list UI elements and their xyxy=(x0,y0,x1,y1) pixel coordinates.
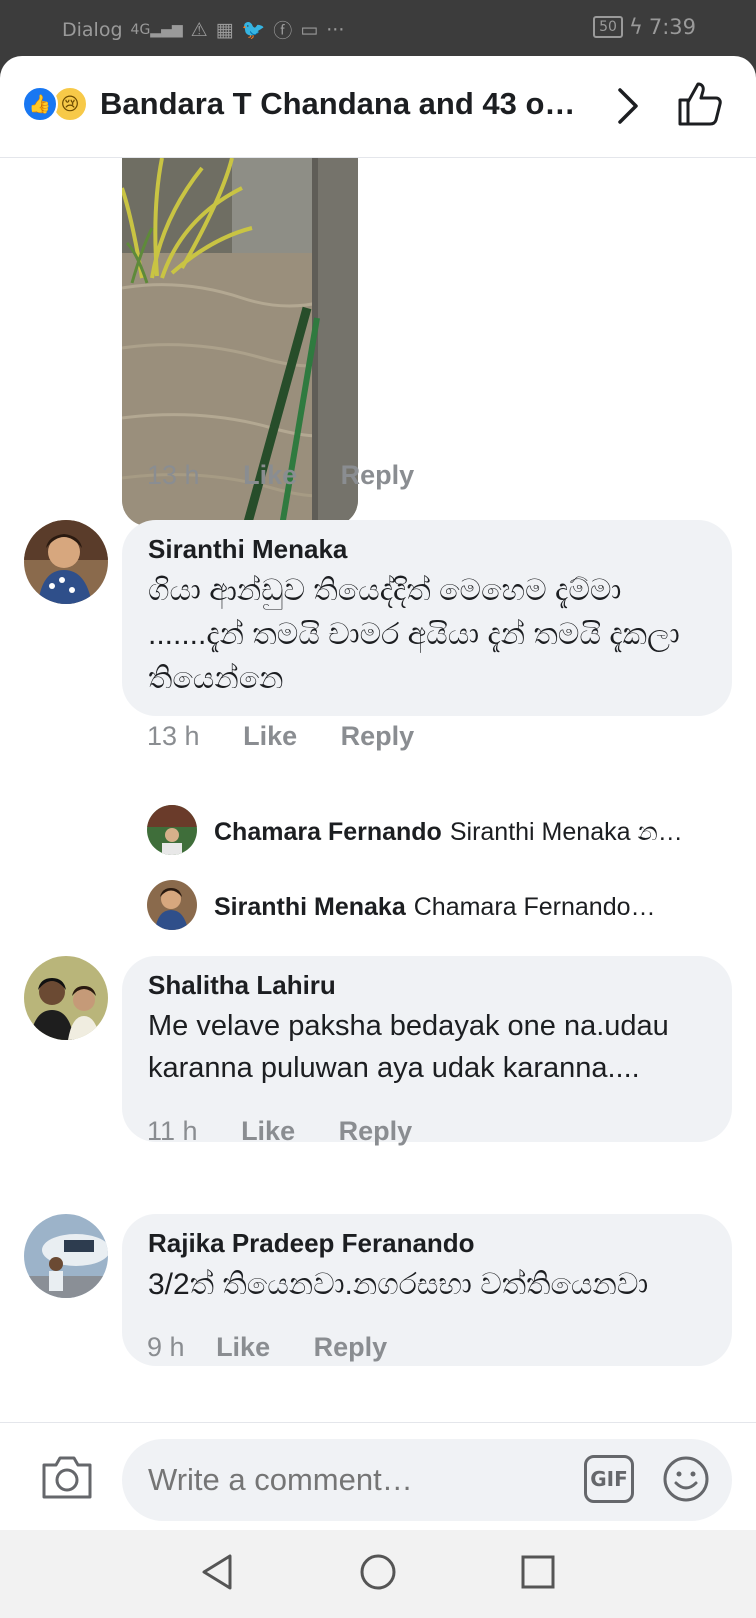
comment-composer: GIF xyxy=(0,1422,756,1530)
comments-sheet: 👍 😢 Bandara T Chandana and 43 o… 13 h Li… xyxy=(0,56,756,1618)
reply-text: Siranthi Menaka න… xyxy=(449,818,683,846)
avatar[interactable] xyxy=(24,520,108,604)
like-link[interactable]: Like xyxy=(243,460,297,490)
back-icon[interactable] xyxy=(196,1550,240,1594)
chevron-right-icon[interactable] xyxy=(612,86,644,126)
status-bar-right: 50 ϟ 7:39 xyxy=(593,15,696,39)
facebook-icon: ⓕ xyxy=(273,20,293,42)
avatar[interactable] xyxy=(147,805,197,855)
carrier-label: Dialog xyxy=(62,18,123,41)
like-reaction-icon: 👍 xyxy=(22,86,58,122)
reply-preview[interactable]: Chamara Fernando Siranthi Menaka න… xyxy=(214,818,683,847)
comment-author[interactable]: Shalitha Lahiru xyxy=(148,970,706,1001)
reactors-title[interactable]: Bandara T Chandana and 43 o… xyxy=(100,86,580,122)
status-bar: Dialog 4G▂▄▆ ⚠ ▦ 🐦 ⓕ ▭ ··· 50 ϟ 7:39 xyxy=(0,0,756,56)
reply-author[interactable]: Chamara Fernando xyxy=(214,818,442,846)
comment-meta: 9 h Like Reply xyxy=(147,1332,423,1363)
gif-button[interactable]: GIF xyxy=(584,1455,634,1503)
like-post-icon[interactable] xyxy=(676,80,724,128)
recents-icon[interactable] xyxy=(516,1550,560,1594)
comment-author[interactable]: Siranthi Menaka xyxy=(148,534,706,565)
comment-time: 9 h xyxy=(147,1332,185,1362)
comment-input[interactable] xyxy=(122,1439,732,1521)
emoji-icon[interactable] xyxy=(662,1455,710,1503)
gif-label: GIF xyxy=(590,1467,628,1491)
calendar-icon: ▦ xyxy=(215,18,234,41)
system-navigation-bar xyxy=(0,1530,756,1618)
reply-author[interactable]: Siranthi Menaka xyxy=(214,893,406,921)
browser-icon: ▭ xyxy=(300,18,319,41)
clock: 7:39 xyxy=(648,15,696,39)
reply-link[interactable]: Reply xyxy=(341,721,415,751)
reaction-icons[interactable]: 👍 😢 xyxy=(22,86,94,122)
comment-time: 13 h xyxy=(147,721,200,751)
like-link[interactable]: Like xyxy=(241,1116,295,1146)
battery-icon: 50 xyxy=(593,16,623,38)
comment-meta: 13 h Like Reply xyxy=(147,460,450,491)
comment-meta: 13 h Like Reply xyxy=(147,721,450,752)
comment-meta: 11 h Like Reply xyxy=(147,1116,448,1147)
avatar[interactable] xyxy=(147,880,197,930)
reply-preview[interactable]: Siranthi Menaka Chamara Fernando… xyxy=(214,893,656,922)
reply-link[interactable]: Reply xyxy=(314,1332,388,1362)
avatar-siranthi-small-image xyxy=(147,880,197,930)
reactions-header[interactable]: 👍 😢 Bandara T Chandana and 43 o… xyxy=(0,56,756,158)
comment-time: 13 h xyxy=(147,460,200,490)
avatar-shalitha-image xyxy=(24,956,108,1040)
like-link[interactable]: Like xyxy=(243,721,297,751)
more-icon: ··· xyxy=(326,18,345,41)
home-icon[interactable] xyxy=(356,1550,400,1594)
comment-text: Me velave paksha bedayak one na.udau kar… xyxy=(148,1010,669,1084)
avatar-siranthi-image xyxy=(24,520,108,604)
comment-bubble[interactable]: Siranthi Menaka ගියා ආන්ඩුව තියෙද්දිත් ම… xyxy=(122,520,732,716)
status-bar-left: Dialog 4G▂▄▆ ⚠ ▦ 🐦 ⓕ ▭ ··· xyxy=(62,16,344,43)
reply-text: Chamara Fernando… xyxy=(413,893,656,921)
like-link[interactable]: Like xyxy=(216,1332,270,1362)
warning-icon: ⚠ xyxy=(190,18,208,41)
comment-text: 3/2ත් තියෙනවා.නගරසභා වත්තියෙනවා xyxy=(148,1268,649,1301)
avatar[interactable] xyxy=(24,1214,108,1298)
charging-icon: ϟ xyxy=(628,15,643,39)
avatar[interactable] xyxy=(24,956,108,1040)
comment-author[interactable]: Rajika Pradeep Feranando xyxy=(148,1228,706,1259)
signal-label: 4G xyxy=(130,21,151,38)
avatar-rajika-image xyxy=(24,1214,108,1298)
avatar-chamara-image xyxy=(147,805,197,855)
twitter-icon: 🐦 xyxy=(241,19,266,41)
reply-link[interactable]: Reply xyxy=(341,460,415,490)
reply-link[interactable]: Reply xyxy=(339,1116,413,1146)
comment-bubble[interactable]: Shalitha Lahiru Me velave paksha bedayak… xyxy=(122,956,732,1142)
camera-icon[interactable] xyxy=(40,1453,94,1501)
signal-icon: 4G▂▄▆ xyxy=(130,21,183,38)
comment-time: 11 h xyxy=(147,1116,198,1146)
comment-text: ගියා ආන්ඩුව තියෙද්දිත් මෙහෙම දැම්මා ....… xyxy=(148,574,680,695)
